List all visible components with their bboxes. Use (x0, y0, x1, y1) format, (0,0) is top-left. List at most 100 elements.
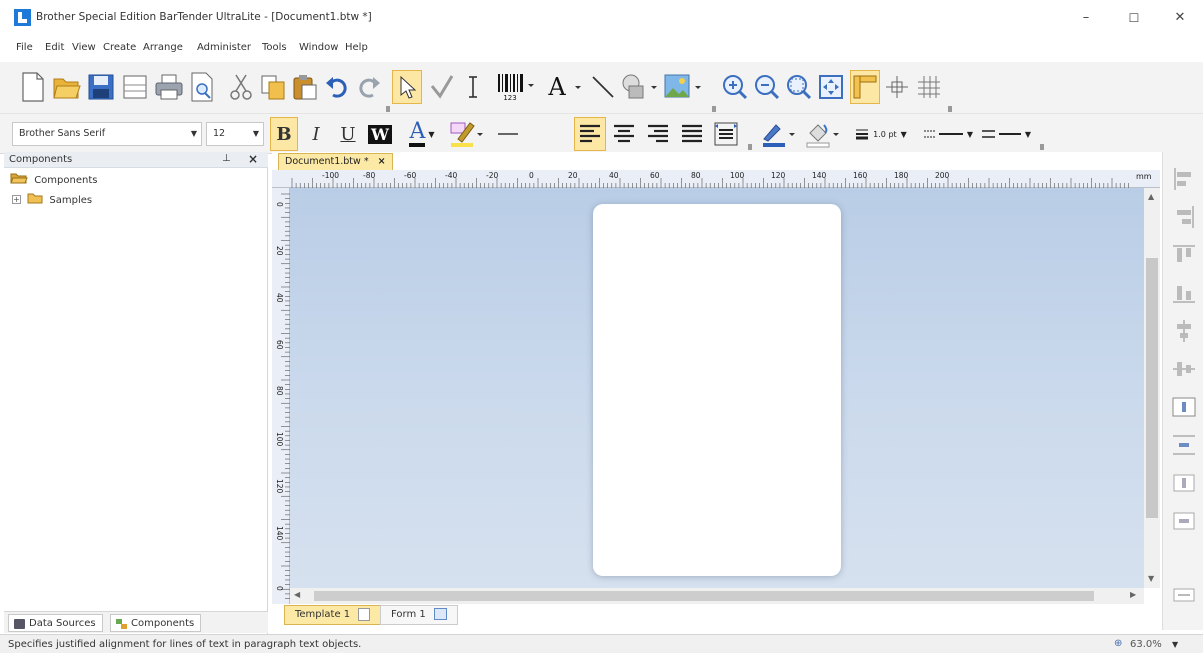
copy-icon[interactable] (258, 70, 288, 104)
scroll-up-icon[interactable]: ▲ (1148, 192, 1154, 201)
format-painter-icon[interactable] (426, 70, 456, 104)
fill-color-icon[interactable] (802, 117, 842, 151)
horizontal-scroll-thumb[interactable] (314, 591, 1094, 601)
zoom-in-icon[interactable] (720, 70, 750, 104)
toolbar-grip (1040, 144, 1044, 150)
line-end-select[interactable]: ▼ (978, 117, 1034, 151)
tab-template-1[interactable]: Template 1 (284, 605, 382, 625)
menu-view[interactable]: View (72, 42, 96, 53)
text-object-icon[interactable]: A (542, 70, 584, 104)
align-justify-icon[interactable] (676, 117, 708, 151)
tree-item-components[interactable]: Components (10, 172, 97, 187)
pin-icon[interactable]: ⊥ (222, 153, 231, 164)
chevron-down-icon[interactable]: ▼ (1172, 640, 1178, 649)
menu-window[interactable]: Window (299, 42, 338, 53)
print-icon[interactable] (154, 70, 184, 104)
center-on-page-horizontal-icon[interactable] (1171, 470, 1197, 496)
rulers-toggle-icon[interactable] (850, 70, 880, 104)
label-template-page[interactable] (593, 204, 841, 576)
tree-item-samples[interactable]: + Samples (12, 192, 92, 207)
folder-open-icon (10, 172, 28, 187)
expand-icon[interactable]: + (12, 195, 21, 204)
align-left-edges-icon[interactable] (1171, 166, 1197, 192)
undo-icon[interactable] (322, 70, 352, 104)
page-setup-icon[interactable] (120, 70, 150, 104)
align-top-edges-icon[interactable] (1171, 242, 1197, 268)
maximize-button[interactable]: ☐ (1122, 6, 1146, 30)
align-centers-vertical-icon[interactable] (1171, 356, 1197, 382)
document-tab-label: Document1.btw * (285, 156, 369, 167)
distribute-horizontal-icon[interactable] (1171, 394, 1197, 420)
new-document-icon[interactable] (18, 70, 48, 104)
menu-arrange[interactable]: Arrange (143, 42, 183, 53)
underline-button[interactable]: U (334, 117, 362, 151)
vertical-scrollbar[interactable]: ▲ ▼ (1144, 188, 1160, 588)
vertical-scroll-thumb[interactable] (1146, 258, 1158, 518)
align-bottom-edges-icon[interactable] (1171, 280, 1197, 306)
line-weight-select[interactable]: 1.0 pt ▼ (846, 117, 916, 151)
italic-button[interactable]: I (302, 117, 330, 151)
title-bar: Brother Special Edition BarTender UltraL… (0, 0, 1203, 36)
menu-administer[interactable]: Administer (197, 42, 251, 53)
highlight-color-icon[interactable] (446, 117, 486, 151)
scroll-down-icon[interactable]: ▼ (1148, 574, 1154, 583)
vertical-ruler: 0 20 40 60 80 100 120 140 0 (272, 188, 290, 606)
line-color-icon[interactable] (758, 117, 798, 151)
text-cursor-icon[interactable] (458, 70, 488, 104)
font-size-select[interactable]: 12 ▼ (206, 122, 264, 146)
line-tool-icon[interactable] (588, 70, 618, 104)
paste-icon[interactable] (290, 70, 320, 104)
panel-tabs: Data Sources Components (4, 611, 268, 633)
close-button[interactable]: ✕ (1168, 6, 1192, 30)
menu-edit[interactable]: Edit (45, 42, 64, 53)
design-canvas[interactable] (290, 188, 1144, 588)
font-color-button[interactable]: A ▼ (402, 117, 442, 151)
snap-to-grid-icon[interactable] (882, 70, 912, 104)
tab-data-sources[interactable]: Data Sources (8, 614, 103, 632)
shapes-icon[interactable] (618, 70, 660, 104)
scroll-left-icon[interactable]: ◀ (294, 590, 300, 599)
save-icon[interactable] (86, 70, 116, 104)
horizontal-scrollbar[interactable]: ◀ ▶ (290, 588, 1144, 604)
bold-button[interactable]: B (270, 117, 298, 151)
panel-close-button[interactable]: × (248, 152, 258, 166)
scroll-right-icon[interactable]: ▶ (1130, 590, 1136, 599)
zoom-fit-icon[interactable] (816, 70, 846, 104)
menu-help[interactable]: Help (345, 42, 368, 53)
minimize-button[interactable]: – (1074, 6, 1098, 30)
zoom-custom-icon[interactable] (784, 70, 814, 104)
picture-icon[interactable] (662, 70, 704, 104)
distribute-vertical-icon[interactable] (1171, 432, 1197, 458)
document-tab[interactable]: Document1.btw * × (278, 153, 393, 170)
document-tab-close[interactable]: × (378, 156, 386, 167)
tab-components[interactable]: Components (110, 614, 202, 632)
menu-create[interactable]: Create (103, 42, 136, 53)
center-on-page-vertical-icon[interactable] (1171, 508, 1197, 534)
cut-icon[interactable] (226, 70, 256, 104)
same-size-icon[interactable] (1171, 582, 1197, 608)
reverse-text-button[interactable]: W (366, 117, 394, 151)
print-preview-icon[interactable] (188, 70, 218, 104)
align-right-edges-icon[interactable] (1171, 204, 1197, 230)
align-left-icon[interactable] (574, 117, 606, 151)
open-folder-icon[interactable] (52, 70, 82, 104)
select-pointer-icon[interactable] (392, 70, 422, 104)
tab-form-1[interactable]: Form 1 (380, 605, 458, 625)
menu-tools[interactable]: Tools (262, 42, 287, 53)
fit-text-icon[interactable] (710, 117, 742, 151)
align-centers-horizontal-icon[interactable] (1171, 318, 1197, 344)
align-right-icon[interactable] (642, 117, 674, 151)
barcode-icon[interactable]: 123 (494, 70, 538, 104)
menu-file[interactable]: File (16, 42, 33, 53)
zoom-out-icon[interactable] (752, 70, 782, 104)
redo-icon[interactable] (354, 70, 384, 104)
align-center-icon[interactable] (608, 117, 640, 151)
no-alignment-icon[interactable] (494, 117, 522, 151)
font-name-select[interactable]: Brother Sans Serif ▼ (12, 122, 202, 146)
line-style-select[interactable]: ▼ (920, 117, 976, 151)
grid-icon[interactable] (914, 70, 944, 104)
toolbar-grip (386, 106, 390, 112)
zoom-level[interactable]: 63.0% (1130, 639, 1162, 650)
tab-label: Data Sources (29, 618, 96, 629)
database-icon (14, 619, 25, 629)
